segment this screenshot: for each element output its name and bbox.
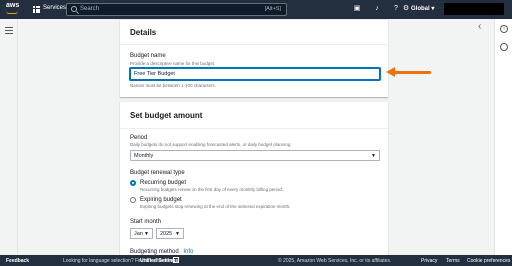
right-rail: i bbox=[494, 19, 512, 255]
expiring-budget-radio[interactable] bbox=[130, 197, 136, 203]
period-label: Period bbox=[130, 135, 148, 141]
chevron-down-icon: ▼ bbox=[371, 153, 376, 159]
region-selector[interactable]: Global ▾ bbox=[411, 5, 434, 12]
budget-name-label: Budget name bbox=[130, 53, 166, 59]
settings-gear-icon[interactable]: ⚙ bbox=[402, 5, 410, 13]
footer: Feedback Looking for language selection?… bbox=[0, 255, 512, 266]
budget-name-hint: Names must be between 1-100 characters. bbox=[130, 83, 217, 88]
external-link-icon bbox=[173, 257, 179, 263]
recurring-budget-radio[interactable] bbox=[130, 180, 136, 186]
start-year-select[interactable]: 2025 ▼ bbox=[156, 228, 184, 239]
menu-hamburger-icon[interactable] bbox=[5, 27, 13, 36]
services-grid-icon[interactable] bbox=[33, 6, 40, 13]
collapse-panel-chevron-icon[interactable]: ‹ bbox=[478, 21, 481, 32]
start-month-value: Jan bbox=[134, 231, 143, 237]
start-month-select[interactable]: Jan ▼ bbox=[130, 228, 153, 239]
search-placeholder: Search bbox=[80, 6, 100, 12]
chevron-down-icon: ▼ bbox=[175, 231, 180, 237]
aws-logo[interactable]: aws bbox=[6, 2, 19, 9]
cloudshell-icon[interactable]: ▣ bbox=[353, 5, 361, 13]
details-card: Details Budget name Provide a descriptiv… bbox=[120, 19, 388, 97]
chevron-down-icon: ▼ bbox=[144, 231, 149, 237]
services-menu[interactable]: Services bbox=[43, 5, 66, 11]
budget-name-input[interactable]: Free Tier Budget bbox=[130, 68, 380, 80]
renewal-type-label: Budget renewal type bbox=[130, 170, 185, 176]
search-input[interactable]: Search [Alt+S] bbox=[66, 3, 287, 16]
feedback-link[interactable]: Feedback bbox=[6, 258, 29, 264]
annotation-arrow-line bbox=[393, 71, 431, 74]
search-icon bbox=[71, 6, 77, 12]
budget-amount-card: Set budget amount Period Daily budgets d… bbox=[120, 101, 388, 261]
recurring-budget-label[interactable]: Recurring budget bbox=[140, 180, 186, 186]
panel-settings-icon[interactable] bbox=[500, 43, 508, 51]
expiring-budget-label[interactable]: Expiring budget bbox=[140, 197, 182, 203]
budget-amount-title: Set budget amount bbox=[120, 102, 388, 129]
start-month-label: Start month bbox=[130, 219, 162, 225]
copyright: © 2025, Amazon Web Services, Inc. or its… bbox=[278, 258, 392, 264]
recurring-budget-description: Recurring budgets renew on the first day… bbox=[140, 187, 284, 192]
privacy-link[interactable]: Privacy bbox=[421, 258, 437, 264]
top-navigation-bar: aws Services Search [Alt+S] ▣ ♪ ? ⚙ Glob… bbox=[0, 0, 512, 19]
aws-logo-smile bbox=[6, 11, 18, 14]
expiring-budget-description: Expiring budgets stop renewing at the en… bbox=[140, 204, 291, 209]
period-description: Daily budgets do not support enabling fo… bbox=[130, 142, 292, 147]
help-icon[interactable]: ? bbox=[392, 5, 400, 13]
start-year-value: 2025 bbox=[160, 231, 173, 237]
notifications-bell-icon[interactable]: ♪ bbox=[373, 5, 381, 13]
search-shortcut: [Alt+S] bbox=[264, 6, 281, 12]
left-rail bbox=[0, 19, 18, 255]
terms-link[interactable]: Terms bbox=[446, 258, 460, 264]
budget-name-description: Provide a descriptive name for this budg… bbox=[130, 61, 216, 66]
period-select-value: Monthly bbox=[134, 153, 154, 159]
cookie-preferences-link[interactable]: Cookie preferences bbox=[467, 258, 510, 264]
account-menu[interactable] bbox=[444, 3, 504, 15]
details-title: Details bbox=[120, 20, 388, 45]
period-select[interactable]: Monthly ▼ bbox=[130, 150, 380, 161]
info-panel-icon[interactable]: i bbox=[500, 25, 508, 33]
